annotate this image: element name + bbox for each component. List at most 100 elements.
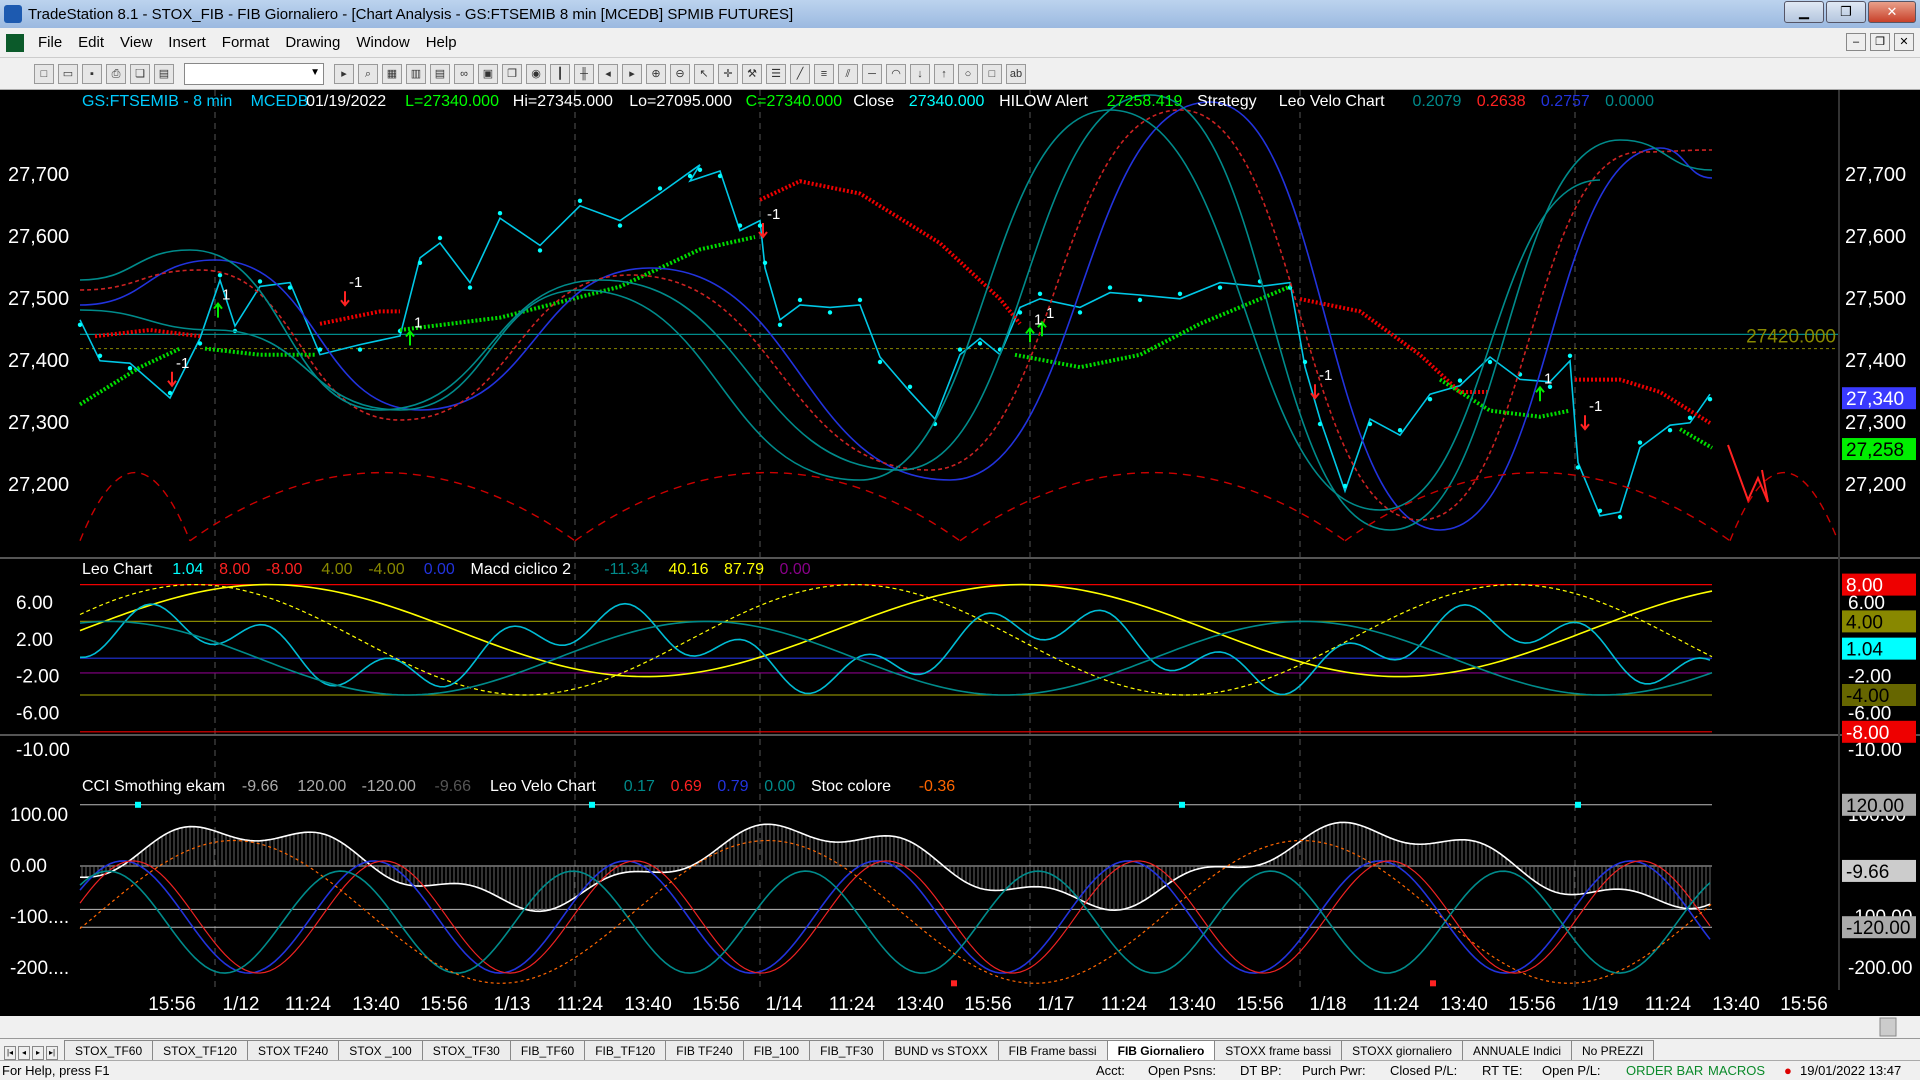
zoom-in-icon[interactable]: ⊕ <box>646 63 666 84</box>
maximize-button[interactable]: ❐ <box>1826 1 1866 23</box>
tools-icon[interactable]: ⚒ <box>742 63 762 84</box>
new-icon[interactable]: □ <box>34 63 54 84</box>
menu-help[interactable]: Help <box>418 34 465 51</box>
indicator-header-value: Macd ciclico 2 <box>471 561 572 578</box>
candles-icon[interactable]: ╫ <box>574 63 594 84</box>
arrow-down-icon[interactable]: ↓ <box>910 63 930 84</box>
price-dot <box>1427 397 1433 402</box>
price-dot <box>777 322 783 327</box>
fib-icon[interactable]: ≡ <box>814 63 834 84</box>
text-icon[interactable]: ab <box>1006 63 1026 84</box>
chart-icon[interactable]: ▦ <box>382 63 402 84</box>
trade-marker-label: 1 <box>414 315 422 332</box>
workspace-tab[interactable]: STOX TF240 <box>246 1040 340 1060</box>
workspace-tab[interactable]: FIB TF240 <box>665 1040 744 1060</box>
zoom-out-icon[interactable]: ⊖ <box>670 63 690 84</box>
window-icon[interactable]: ❐ <box>502 63 522 84</box>
alert-icon[interactable]: ◉ <box>526 63 546 84</box>
horizontal-line-icon[interactable]: ─ <box>862 63 882 84</box>
play-icon[interactable]: ▸ <box>334 63 354 84</box>
workspace-tab[interactable]: STOXX frame bassi <box>1214 1040 1343 1060</box>
price-dot <box>797 297 803 303</box>
workspace-tab[interactable]: FIB_TF30 <box>809 1040 885 1060</box>
indicator-header-value: 0.2757 <box>1541 93 1590 110</box>
level-label: 27420.000 <box>1746 327 1836 348</box>
price-dot <box>1367 421 1373 427</box>
pointer-icon[interactable]: ↖ <box>694 63 714 84</box>
print-icon[interactable]: ⎙ <box>106 63 126 84</box>
chart-document-icon[interactable] <box>6 33 24 52</box>
workspace-tab[interactable]: ANNUALE Indici <box>1461 1040 1572 1060</box>
workspace-tab[interactable]: STOX_TF30 <box>421 1040 511 1060</box>
indicator-header-value: MCEDB <box>251 93 309 110</box>
trendline-icon[interactable]: ╱ <box>790 63 810 84</box>
price-dot <box>257 279 263 284</box>
macros-toggle[interactable]: MACROS <box>1708 1063 1765 1078</box>
minimize-button[interactable]: ▁ <box>1784 1 1824 23</box>
workspace-tab[interactable]: BUND vs STOXX <box>883 1040 999 1060</box>
workspace-tab[interactable]: FIB Frame bassi <box>997 1040 1108 1060</box>
close-button[interactable]: ✕ <box>1868 1 1916 23</box>
tradestation-app-icon <box>4 5 22 23</box>
tab-prev-icon[interactable]: ◂ <box>18 1046 30 1060</box>
menu-file[interactable]: File <box>30 34 70 51</box>
scroll-left-icon[interactable]: ◂ <box>598 63 618 84</box>
indicator-header-value: 0.79 <box>717 778 748 795</box>
workspace-tab[interactable]: FIB_100 <box>742 1040 811 1060</box>
doc-close-icon[interactable]: ✕ <box>1894 33 1914 51</box>
price-dot <box>1017 310 1023 315</box>
layout-icon[interactable]: ▣ <box>478 63 498 84</box>
menu-view[interactable]: View <box>112 34 160 51</box>
ellipse-icon[interactable]: ○ <box>958 63 978 84</box>
arrow-up-icon[interactable]: ↑ <box>934 63 954 84</box>
open-icon[interactable]: ▭ <box>58 63 78 84</box>
order-bar-toggle[interactable]: ORDER BAR <box>1626 1063 1703 1078</box>
doc-restore-icon[interactable]: ❐ <box>1870 33 1890 51</box>
grid-icon[interactable]: ▥ <box>406 63 426 84</box>
channel-icon[interactable]: ⫽ <box>838 63 858 84</box>
x-axis-label: 1/12 <box>223 994 260 1015</box>
price-dot <box>1037 291 1043 296</box>
scrollbar-thumb[interactable] <box>1879 1017 1897 1037</box>
workspace-tab[interactable]: STOXX giornaliero <box>1341 1040 1463 1060</box>
menu-insert[interactable]: Insert <box>160 34 214 51</box>
find-icon[interactable]: ⌕ <box>358 63 378 84</box>
macd-axis-label-left: 6.00 <box>16 593 53 614</box>
properties-icon[interactable]: ☰ <box>766 63 786 84</box>
table-icon[interactable]: ▤ <box>430 63 450 84</box>
workspace-tab[interactable]: STOX_TF120 <box>152 1040 248 1060</box>
axis-value-badge-text: 27,258 <box>1846 440 1904 461</box>
chart-analysis-window[interactable]: GS:FTSEMIB - 8 min MCEDB 01/19/2022 L=27340… <box>0 90 1920 1038</box>
crosshair-icon[interactable]: ✛ <box>718 63 738 84</box>
price-dot <box>1177 291 1183 296</box>
menu-window[interactable]: Window <box>348 34 417 51</box>
doc-minimize-icon[interactable]: – <box>1846 33 1866 51</box>
price-close-line <box>79 164 1711 517</box>
arc-icon[interactable]: ◠ <box>886 63 906 84</box>
indicator-header-value: -9.66 <box>435 778 472 795</box>
scroll-right-icon[interactable]: ▸ <box>622 63 642 84</box>
bars-icon[interactable]: ┃ <box>550 63 570 84</box>
paste-icon[interactable]: ▤ <box>154 63 174 84</box>
save-icon[interactable]: ▪ <box>82 63 102 84</box>
tab-last-icon[interactable]: ▸| <box>46 1046 58 1060</box>
menu-edit[interactable]: Edit <box>70 34 112 51</box>
rectangle-icon[interactable]: □ <box>982 63 1002 84</box>
tab-first-icon[interactable]: |◂ <box>4 1046 16 1060</box>
workspace-tab[interactable]: No PREZZI <box>1570 1040 1655 1060</box>
workspace-tab[interactable]: FIB Giornaliero <box>1106 1040 1216 1060</box>
workspace-tab[interactable]: FIB_TF60 <box>509 1040 586 1060</box>
workspace-tab[interactable]: STOX_TF60 <box>64 1040 154 1060</box>
menu-format[interactable]: Format <box>214 34 278 51</box>
link-icon[interactable]: ∞ <box>454 63 474 84</box>
workspace-tab[interactable]: STOX _100 <box>338 1040 423 1060</box>
menu-drawing[interactable]: Drawing <box>277 34 348 51</box>
copy-icon[interactable]: ❏ <box>130 63 150 84</box>
chart-canvas[interactable]: GS:FTSEMIB - 8 min MCEDB01/19/2022 L=27340… <box>0 90 1920 1038</box>
horizontal-scrollbar[interactable] <box>0 1016 1920 1038</box>
status-open-pl: Open P/L: <box>1542 1063 1601 1078</box>
indicator-header-value: 0.69 <box>671 778 702 795</box>
symbol-combo[interactable] <box>184 62 324 85</box>
workspace-tab[interactable]: FIB_TF120 <box>584 1040 667 1060</box>
tab-next-icon[interactable]: ▸ <box>32 1046 44 1060</box>
